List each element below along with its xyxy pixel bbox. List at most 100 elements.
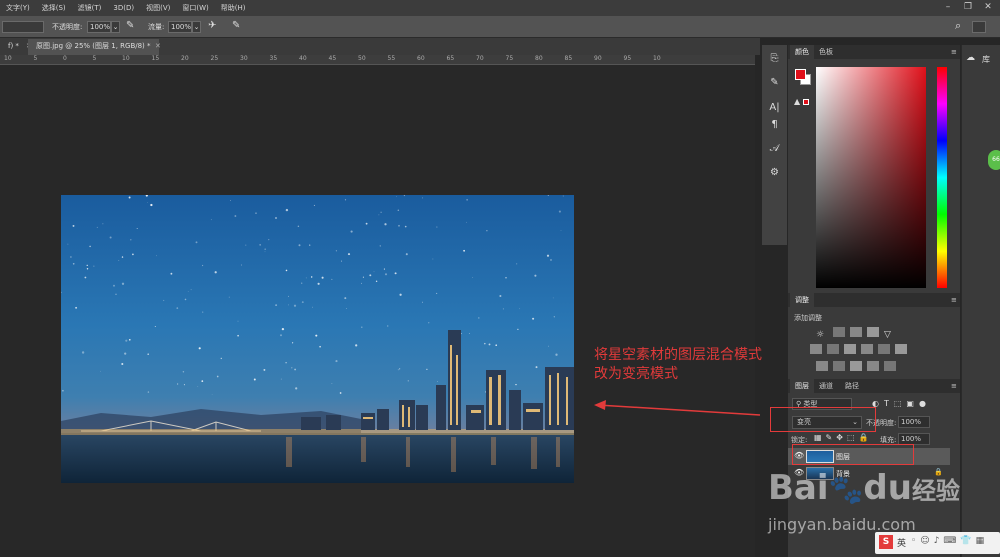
star (113, 284, 115, 287)
workspace-select[interactable] (972, 21, 986, 33)
layers-panel-menu-icon[interactable]: ≡ (946, 379, 962, 393)
character-icon[interactable]: A| (767, 100, 782, 115)
curves-icon[interactable] (850, 327, 862, 337)
close-icon[interactable]: ✕ (978, 0, 998, 16)
brush-preset-select[interactable] (2, 21, 44, 33)
star (365, 222, 368, 225)
star (264, 248, 267, 251)
color-lookup-icon[interactable] (895, 344, 907, 354)
side-badge[interactable]: 66 (988, 150, 1000, 170)
star (170, 272, 173, 275)
gamut-color-chip[interactable] (803, 99, 809, 105)
star (136, 227, 138, 230)
foreground-color-swatch[interactable] (795, 69, 806, 80)
ruler-tick: 0 (63, 55, 67, 62)
menu-view[interactable]: 视图(V) (140, 3, 176, 13)
color-field[interactable] (816, 67, 926, 288)
levels-icon[interactable] (833, 327, 845, 337)
star (350, 230, 353, 233)
selective-color-icon[interactable] (884, 361, 896, 371)
channel-mixer-icon[interactable] (878, 344, 890, 354)
ruler-tick: 35 (269, 55, 278, 62)
flow-label: 流量: (148, 23, 165, 31)
color-balance-icon[interactable] (827, 344, 839, 354)
paragraph-icon[interactable]: ¶ (767, 117, 782, 132)
star (118, 260, 120, 261)
ime-logo-icon[interactable]: S (879, 535, 893, 549)
star (125, 339, 128, 342)
hue-slider[interactable] (937, 67, 947, 288)
photo-filter-icon[interactable] (861, 344, 873, 354)
star (202, 311, 204, 313)
star (128, 338, 131, 341)
adjust-panel-menu-icon[interactable]: ≡ (946, 293, 962, 307)
tab-paths[interactable]: 路径 (840, 379, 864, 393)
hue-saturation-icon[interactable] (810, 344, 822, 354)
menu-select[interactable]: 选择(S) (36, 3, 72, 13)
star (187, 291, 189, 292)
tab-active-document[interactable]: 原图.jpg @ 25% (图层 1, RGB/8) * (28, 39, 159, 55)
tab-adjustments[interactable]: 调整 (790, 293, 814, 307)
minimize-icon[interactable]: – (938, 0, 958, 16)
star (436, 292, 438, 294)
menu-help[interactable]: 帮助(H) (215, 3, 252, 13)
document-image[interactable] (61, 195, 574, 483)
lock-icons[interactable]: ▦✎✥⬚🔒 (814, 433, 872, 442)
tab-active-close-icon[interactable]: ✕ (153, 39, 163, 55)
star (211, 394, 213, 396)
tab-color[interactable]: 颜色 (790, 45, 814, 59)
menu-filter[interactable]: 滤镜(T) (72, 3, 108, 13)
adjustment-icons-row-1: ☼ ▽ (816, 327, 901, 340)
star (255, 212, 257, 214)
city-night-photo (61, 195, 574, 483)
layer-opacity-input[interactable]: 100% (898, 416, 930, 428)
invert-icon[interactable] (816, 361, 828, 371)
vibrance-icon[interactable]: ▽ (884, 330, 896, 340)
search-icon[interactable]: ⌕ (955, 19, 961, 33)
ruler-tick: 20 (181, 55, 189, 62)
library-icon[interactable]: ☁ (966, 53, 975, 63)
star (517, 328, 519, 331)
menu-text[interactable]: 文字(Y) (0, 3, 36, 13)
ime-tool-icons[interactable]: ◦☺♪⌨👕▦ (911, 536, 988, 546)
star (478, 317, 480, 319)
restore-icon[interactable]: ❐ (958, 0, 978, 16)
star (515, 383, 517, 386)
gamut-warning-icon[interactable]: ▲ (794, 97, 800, 106)
properties-icon[interactable]: ⚙ (767, 165, 782, 180)
opacity-dropdown-icon[interactable]: ⌄ (111, 21, 120, 33)
threshold-icon[interactable] (850, 361, 862, 371)
history-icon[interactable]: ⎘ (767, 51, 782, 66)
pressure-size-icon[interactable]: ✎ (232, 20, 240, 31)
star (292, 342, 294, 344)
star (519, 308, 521, 310)
menu-3d[interactable]: 3D(D) (107, 4, 140, 12)
posterize-icon[interactable] (833, 361, 845, 371)
gradient-map-icon[interactable] (867, 361, 879, 371)
layer-filter-icons[interactable]: ◐T⬚▣● (872, 399, 931, 408)
color-panel-menu-icon[interactable]: ≡ (946, 45, 962, 59)
tab-swatches[interactable]: 色板 (814, 45, 838, 59)
star (516, 263, 518, 265)
glyphs-icon[interactable]: 𝒜 (767, 141, 782, 156)
watermark-paw-icon: 🐾 (828, 473, 864, 506)
flow-dropdown-icon[interactable]: ⌄ (192, 21, 201, 33)
exposure-icon[interactable] (867, 327, 879, 337)
tab-layers[interactable]: 图层 (790, 379, 814, 393)
star (466, 199, 468, 201)
opacity-input[interactable]: 100% (87, 21, 111, 33)
brush-settings-icon[interactable]: ✎ (767, 75, 782, 90)
ruler-tick: 95 (623, 55, 632, 62)
black-white-icon[interactable] (844, 344, 856, 354)
star (81, 351, 85, 354)
ime-language[interactable]: 英 (897, 536, 906, 549)
airbrush-icon[interactable]: ✈ (208, 20, 216, 31)
pressure-opacity-icon[interactable]: ✎ (126, 20, 134, 31)
flow-input[interactable]: 100% (168, 21, 192, 33)
star (147, 391, 150, 393)
star (102, 223, 104, 225)
brightness-icon[interactable]: ☼ (816, 330, 828, 340)
menu-window[interactable]: 窗口(W) (176, 3, 214, 13)
library-label[interactable]: 库 (982, 54, 990, 65)
tab-channels[interactable]: 通道 (814, 379, 838, 393)
